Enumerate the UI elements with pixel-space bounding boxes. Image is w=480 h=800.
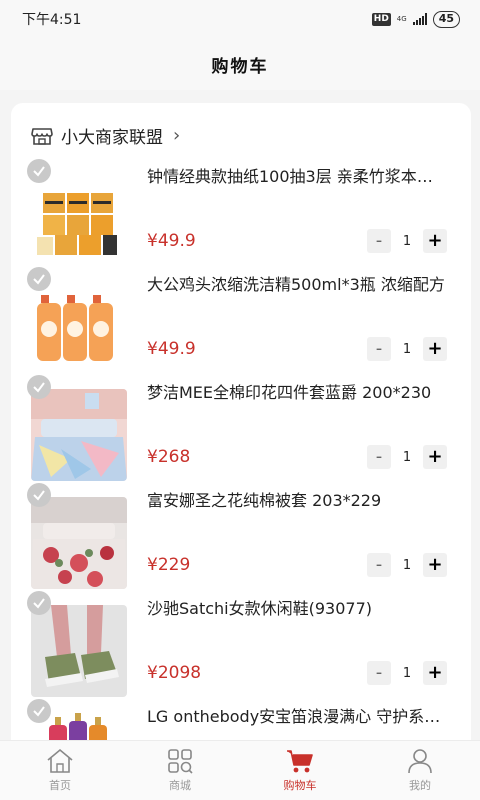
item-name[interactable]: 大公鸡头浓缩洗洁精500ml*3瓶 浓缩配方 <box>147 275 447 295</box>
item-name[interactable]: LG onthebody安宝笛浪漫满心 守护系列沐浴露 <box>147 707 447 727</box>
check-icon <box>33 274 45 285</box>
quantity-stepper: - 1 + <box>367 553 447 577</box>
network-label: 4G <box>396 15 407 23</box>
increase-button[interactable]: + <box>423 337 447 361</box>
status-bar: 下午4:51 HD 4G 45 <box>0 0 480 38</box>
increase-button[interactable]: + <box>423 445 447 469</box>
nav-label: 商城 <box>169 779 191 792</box>
check-icon <box>33 706 45 717</box>
cart-item: 钟情经典款抽纸100抽3层 亲柔竹浆本色纸巾 ¥49.9 - 1 + <box>11 159 471 267</box>
nav-mall[interactable]: 商城 <box>120 741 240 800</box>
user-icon <box>408 749 432 774</box>
select-checkbox[interactable] <box>27 375 51 399</box>
increase-button[interactable]: + <box>423 229 447 253</box>
quantity-stepper: - 1 + <box>367 337 447 361</box>
nav-label: 首页 <box>49 779 71 792</box>
cart-icon <box>287 750 313 773</box>
quantity-stepper: - 1 + <box>367 661 447 685</box>
quantity-stepper: - 1 + <box>367 445 447 469</box>
page-title: 购物车 <box>211 56 269 77</box>
quantity-stepper: - 1 + <box>367 229 447 253</box>
hd-badge: HD <box>371 12 391 26</box>
item-name[interactable]: 富安娜圣之花纯棉被套 203*229 <box>147 491 447 511</box>
product-image-casual-shoes[interactable] <box>31 605 127 697</box>
status-icons: HD 4G 45 <box>371 10 460 28</box>
product-image-quilt-cover[interactable] <box>31 497 127 589</box>
grid-icon <box>168 749 193 774</box>
cart-card: 小大商家联盟 › 钟情经典款抽纸100抽3层 亲柔竹浆本色纸巾 ¥49.9 - … <box>11 103 471 800</box>
item-price: ¥268 <box>147 447 191 467</box>
select-checkbox[interactable] <box>27 699 51 723</box>
decrease-button[interactable]: - <box>367 445 391 469</box>
nav-home[interactable]: 首页 <box>0 741 120 800</box>
item-price: ¥2098 <box>147 663 202 683</box>
quantity-value: 1 <box>402 665 412 681</box>
cart-item: 梦洁MEE全棉印花四件套蓝爵 200*230 ¥268 - 1 + <box>11 375 471 483</box>
nav-cart[interactable]: 购物车 <box>240 741 360 800</box>
store-name: 小大商家联盟 <box>61 128 163 148</box>
nav-label: 我的 <box>409 779 431 792</box>
check-icon <box>33 382 45 393</box>
quantity-value: 1 <box>402 449 412 465</box>
quantity-value: 1 <box>402 233 412 249</box>
home-icon <box>47 748 73 773</box>
select-checkbox[interactable] <box>27 267 51 291</box>
item-price: ¥49.9 <box>147 339 196 359</box>
cart-item: 沙驰Satchi女款休闲鞋(93077) ¥2098 - 1 + <box>11 591 471 699</box>
product-image-detergent-bottles[interactable] <box>31 281 127 373</box>
decrease-button[interactable]: - <box>367 661 391 685</box>
signal-icon <box>412 13 427 25</box>
increase-button[interactable]: + <box>423 553 447 577</box>
item-name[interactable]: 钟情经典款抽纸100抽3层 亲柔竹浆本色纸巾 <box>147 167 447 187</box>
page-header: 购物车 <box>0 38 480 90</box>
item-price: ¥49.9 <box>147 231 196 251</box>
item-name[interactable]: 梦洁MEE全棉印花四件套蓝爵 200*230 <box>147 383 447 403</box>
battery-indicator: 45 <box>432 10 460 28</box>
item-name[interactable]: 沙驰Satchi女款休闲鞋(93077) <box>147 599 447 619</box>
select-checkbox[interactable] <box>27 591 51 615</box>
decrease-button[interactable]: - <box>367 337 391 361</box>
decrease-button[interactable]: - <box>367 553 391 577</box>
check-icon <box>33 598 45 609</box>
chevron-right-icon: › <box>173 125 181 146</box>
select-checkbox[interactable] <box>27 483 51 507</box>
check-icon <box>33 166 45 177</box>
bottom-nav: 首页 商城 购物车 我的 <box>0 740 480 800</box>
select-checkbox[interactable] <box>27 159 51 183</box>
status-time: 下午4:51 <box>22 12 82 28</box>
product-image-bedding-set[interactable] <box>31 389 127 481</box>
cart-item: 大公鸡头浓缩洗洁精500ml*3瓶 浓缩配方 ¥49.9 - 1 + <box>11 267 471 375</box>
store-header[interactable]: 小大商家联盟 › <box>31 123 180 148</box>
nav-profile[interactable]: 我的 <box>360 741 480 800</box>
check-icon <box>33 490 45 501</box>
item-price: ¥229 <box>147 555 191 575</box>
nav-label: 购物车 <box>283 779 317 792</box>
quantity-value: 1 <box>402 341 412 357</box>
quantity-value: 1 <box>402 557 412 573</box>
product-image-tissue-boxes[interactable] <box>31 173 127 265</box>
cart-item: 富安娜圣之花纯棉被套 203*229 ¥229 - 1 + <box>11 483 471 591</box>
store-icon <box>31 126 53 146</box>
decrease-button[interactable]: - <box>367 229 391 253</box>
increase-button[interactable]: + <box>423 661 447 685</box>
